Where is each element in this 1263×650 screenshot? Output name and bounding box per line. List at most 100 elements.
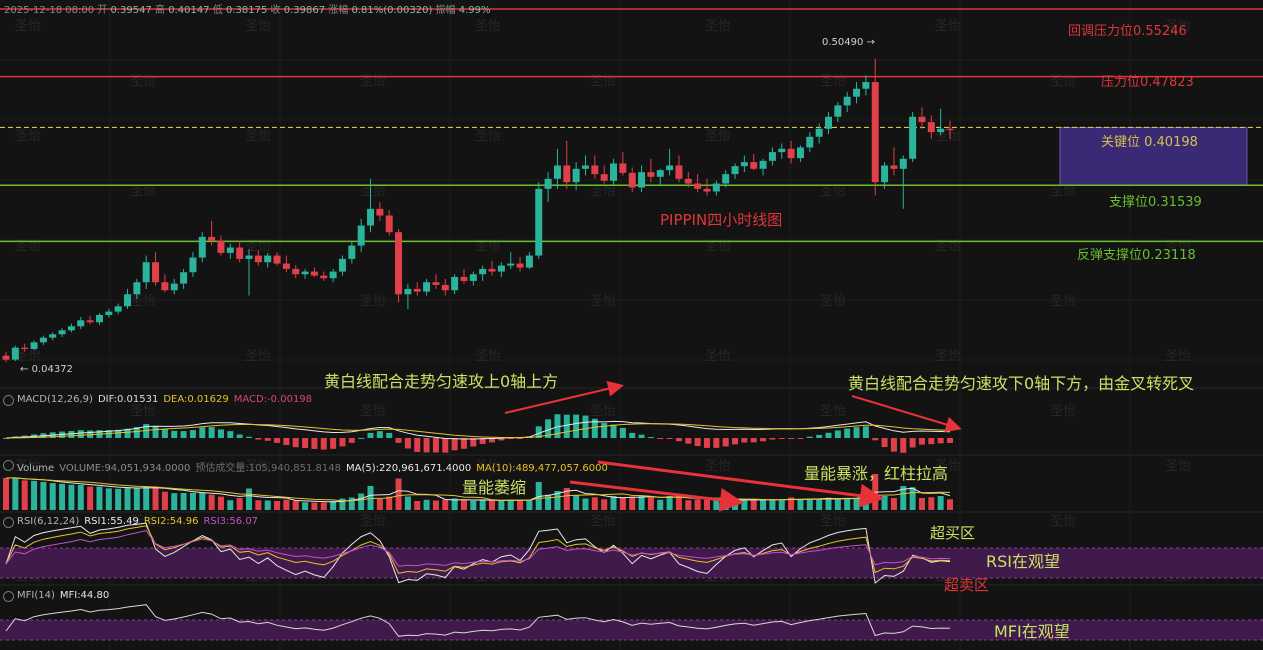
annotation-volume-left: 量能萎缩 bbox=[462, 478, 527, 497]
watermark-text: 圣怡 bbox=[820, 294, 846, 309]
candle-body bbox=[282, 263, 290, 269]
candle-body bbox=[553, 165, 561, 179]
candle-body bbox=[357, 225, 365, 246]
watermark-text: 圣怡 bbox=[1050, 514, 1076, 529]
macd-histogram-bar bbox=[657, 438, 664, 439]
candle-body bbox=[95, 314, 103, 323]
macd-toggle-icon[interactable] bbox=[3, 395, 14, 406]
volume-bar bbox=[750, 500, 757, 510]
candle-body bbox=[722, 174, 730, 184]
macd-histogram-bar bbox=[947, 438, 953, 443]
macd-histogram-bar bbox=[638, 434, 645, 438]
volume-bar bbox=[264, 500, 271, 510]
watermark-text: 圣怡 bbox=[360, 184, 386, 199]
volume-ma10: MA(10):489,477,057.6000 bbox=[476, 463, 608, 474]
volume-bar bbox=[12, 477, 19, 510]
header-open-label: 开 bbox=[97, 5, 108, 16]
macd-histogram-bar bbox=[703, 438, 710, 448]
header-amplitude-label: 振幅 bbox=[435, 5, 456, 16]
macd-histogram-bar bbox=[666, 438, 673, 439]
volume-bar bbox=[479, 500, 486, 510]
macd-histogram-bar bbox=[732, 438, 739, 445]
candle-body bbox=[862, 82, 870, 89]
candle-body bbox=[946, 128, 954, 131]
mfi-legend: MFI(14) MFI:44.80 bbox=[17, 590, 114, 601]
candle-body bbox=[768, 152, 776, 161]
volume-bar bbox=[77, 484, 84, 510]
volume-bar bbox=[853, 498, 860, 510]
candle-body bbox=[656, 170, 664, 177]
macd-histogram-bar bbox=[844, 428, 851, 438]
header-high: 0.40147 bbox=[168, 5, 210, 16]
candle-body bbox=[694, 183, 702, 189]
candle-body bbox=[581, 165, 589, 169]
candle-body bbox=[610, 163, 618, 181]
macd-histogram-bar bbox=[900, 438, 907, 453]
watermark-text: 圣怡 bbox=[360, 404, 386, 419]
candle-body bbox=[413, 288, 421, 292]
candle-body bbox=[600, 174, 608, 181]
volume-bar bbox=[703, 499, 710, 510]
candle-body bbox=[198, 236, 206, 258]
macd-histogram-bar bbox=[348, 438, 355, 443]
volume-bar bbox=[68, 484, 75, 510]
macd-histogram-bar bbox=[629, 432, 636, 438]
volume-bar bbox=[638, 496, 645, 510]
volume-bar bbox=[180, 493, 187, 510]
candle-body bbox=[2, 355, 10, 360]
volume-bar bbox=[40, 481, 47, 510]
volume-bar bbox=[507, 499, 514, 510]
macd-histogram-bar bbox=[161, 429, 168, 438]
macd-histogram-bar bbox=[778, 438, 785, 439]
candle-body bbox=[750, 162, 758, 169]
volume-bar bbox=[657, 499, 664, 510]
watermark-text: 圣怡 bbox=[130, 294, 156, 309]
watermark-text: 圣怡 bbox=[705, 349, 731, 364]
volume-value: VOLUME:94,051,934.0000 bbox=[59, 463, 191, 474]
annotation-rsi-watch: RSI在观望 bbox=[986, 552, 1060, 571]
candle-body bbox=[796, 147, 804, 159]
volume-bar bbox=[246, 488, 253, 510]
volume-bar bbox=[49, 483, 56, 510]
candle-body bbox=[114, 306, 122, 312]
macd-histogram-bar bbox=[601, 423, 608, 438]
mfi-toggle-icon[interactable] bbox=[3, 591, 14, 602]
macd-histogram-bar bbox=[292, 438, 299, 448]
candle-body bbox=[180, 272, 188, 284]
candle-body bbox=[881, 165, 889, 183]
volume-bar bbox=[386, 496, 393, 510]
candle-body bbox=[703, 188, 711, 192]
header-low-label: 低 bbox=[212, 5, 223, 16]
rsi-1: RSI1:55.49 bbox=[84, 516, 139, 527]
watermark-text: 圣怡 bbox=[15, 349, 41, 364]
watermark-text: 圣怡 bbox=[590, 514, 616, 529]
price-low-marker: ← 0.04372 bbox=[20, 364, 73, 375]
macd-histogram-bar bbox=[872, 438, 879, 441]
candle-body bbox=[918, 116, 926, 123]
macd-dif: DIF:0.01531 bbox=[97, 394, 159, 405]
watermark-text: 圣怡 bbox=[360, 514, 386, 529]
watermark-text: 圣怡 bbox=[935, 19, 961, 34]
volume-toggle-icon[interactable] bbox=[3, 460, 14, 471]
macd-histogram-bar bbox=[77, 430, 84, 438]
volume-bar bbox=[545, 494, 552, 510]
candle-body bbox=[385, 215, 393, 233]
volume-bar bbox=[675, 496, 682, 510]
volume-bar bbox=[274, 501, 281, 510]
macd-histogram-bar bbox=[806, 436, 813, 438]
macd-histogram-bar bbox=[68, 430, 75, 438]
candle-body bbox=[49, 334, 57, 338]
candle-body bbox=[937, 128, 945, 133]
rsi-toggle-icon[interactable] bbox=[3, 517, 14, 528]
candle-body bbox=[58, 330, 66, 335]
candle-body bbox=[535, 188, 543, 256]
macd-histogram-bar bbox=[460, 438, 467, 449]
macd-histogram-bar bbox=[816, 434, 823, 438]
volume-bar bbox=[909, 487, 916, 510]
volume-bar bbox=[769, 499, 776, 510]
header-low: 0.38175 bbox=[225, 5, 268, 16]
candle-body bbox=[563, 165, 571, 183]
volume-bar bbox=[255, 500, 262, 510]
annotation-mfi-watch: MFI在观望 bbox=[994, 622, 1070, 641]
macd-histogram-bar bbox=[760, 438, 767, 442]
